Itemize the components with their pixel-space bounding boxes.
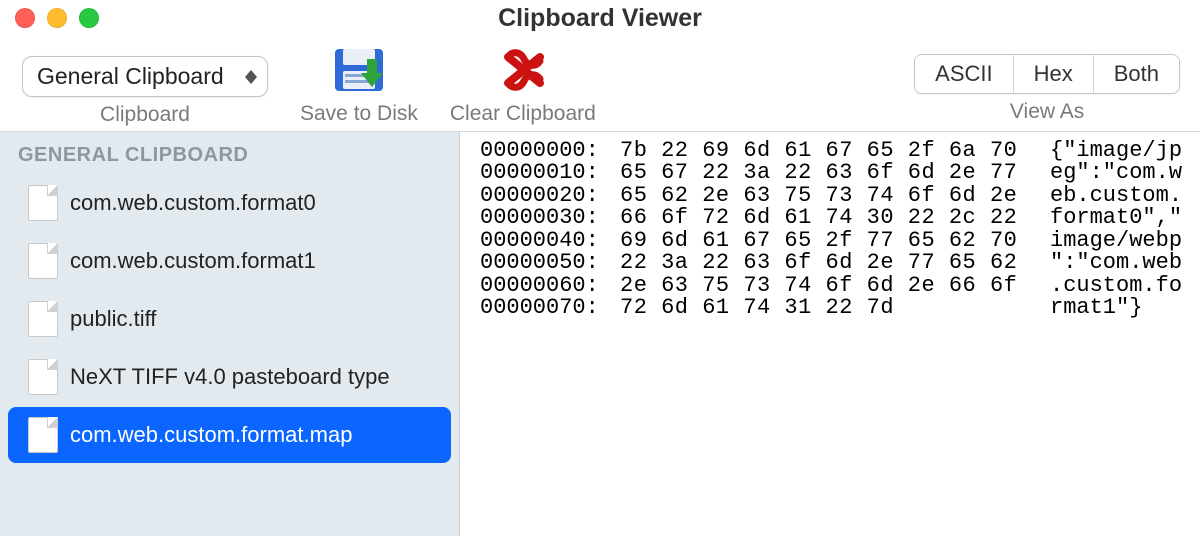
sidebar-list: com.web.custom.format0 com.web.custom.for…: [0, 175, 459, 463]
view-as-group: ASCII Hex Both View As: [914, 40, 1180, 124]
dropdown-chevrons-icon: [245, 70, 257, 84]
hex-row: 00000010:65 67 22 3a 22 63 6f 6d 2e 77eg…: [480, 162, 1200, 184]
hex-offset: 00000020:: [480, 185, 620, 207]
clipboard-dropdown-value: General Clipboard: [37, 63, 224, 89]
sidebar-item[interactable]: public.tiff: [8, 291, 451, 347]
sidebar-item[interactable]: com.web.custom.format1: [8, 233, 451, 289]
hex-offset: 00000070:: [480, 297, 620, 319]
hex-row: 00000040:69 6d 61 67 65 2f 77 65 62 70im…: [480, 230, 1200, 252]
document-icon: [28, 359, 58, 395]
document-icon: [28, 301, 58, 337]
hex-bytes: 72 6d 61 74 31 22 7d: [620, 297, 1050, 319]
clear-clipboard-button[interactable]: [502, 44, 544, 96]
save-to-disk-group: Save to Disk: [300, 40, 418, 126]
hex-offset: 00000030:: [480, 207, 620, 229]
save-to-disk-caption: Save to Disk: [300, 102, 418, 126]
hex-row: 00000070:72 6d 61 74 31 22 7drmat1"}: [480, 297, 1200, 319]
hex-bytes: 7b 22 69 6d 61 67 65 2f 6a 70: [620, 140, 1050, 162]
hex-bytes: 2e 63 75 73 74 6f 6d 2e 66 6f: [620, 275, 1050, 297]
hex-ascii: {"image/jp: [1050, 140, 1182, 162]
hex-offset: 00000000:: [480, 140, 620, 162]
hex-bytes: 65 67 22 3a 22 63 6f 6d 2e 77: [620, 162, 1050, 184]
document-icon: [28, 185, 58, 221]
hex-offset: 00000060:: [480, 275, 620, 297]
hex-ascii: eg":"com.w: [1050, 162, 1182, 184]
sidebar-item[interactable]: com.web.custom.format.map: [8, 407, 451, 463]
sidebar-item-label: NeXT TIFF v4.0 pasteboard type: [70, 364, 390, 390]
hex-row: 00000000:7b 22 69 6d 61 67 65 2f 6a 70{"…: [480, 140, 1200, 162]
hex-pane: 00000000:7b 22 69 6d 61 67 65 2f 6a 70{"…: [460, 132, 1200, 536]
hex-ascii: image/webp: [1050, 230, 1182, 252]
hex-ascii: ":"com.web: [1050, 252, 1182, 274]
hex-ascii: eb.custom.: [1050, 185, 1182, 207]
clear-clipboard-caption: Clear Clipboard: [450, 102, 596, 126]
clipboard-group: General Clipboard Clipboard: [22, 40, 268, 127]
window-title: Clipboard Viewer: [0, 4, 1200, 33]
hex-row: 00000050:22 3a 22 63 6f 6d 2e 77 65 62":…: [480, 252, 1200, 274]
document-icon: [28, 243, 58, 279]
clear-clipboard-group: Clear Clipboard: [450, 40, 596, 126]
save-to-disk-button[interactable]: [331, 44, 387, 96]
hex-row: 00000020:65 62 2e 63 75 73 74 6f 6d 2eeb…: [480, 185, 1200, 207]
content: GENERAL CLIPBOARD com.web.custom.format0…: [0, 132, 1200, 536]
view-as-both[interactable]: Both: [1094, 55, 1179, 93]
sidebar-item[interactable]: NeXT TIFF v4.0 pasteboard type: [8, 349, 451, 405]
hex-ascii: rmat1"}: [1050, 297, 1142, 319]
hex-bytes: 65 62 2e 63 75 73 74 6f 6d 2e: [620, 185, 1050, 207]
titlebar: Clipboard Viewer: [0, 0, 1200, 36]
sidebar-section-header: GENERAL CLIPBOARD: [0, 132, 459, 173]
view-as-segmented: ASCII Hex Both: [914, 54, 1180, 94]
view-as-caption: View As: [1010, 100, 1084, 124]
hex-ascii: .custom.fo: [1050, 275, 1182, 297]
sidebar-item[interactable]: com.web.custom.format0: [8, 175, 451, 231]
hex-row: 00000060:2e 63 75 73 74 6f 6d 2e 66 6f.c…: [480, 275, 1200, 297]
clipboard-caption: Clipboard: [100, 103, 190, 127]
sidebar-item-label: com.web.custom.format1: [70, 248, 316, 274]
sidebar-item-label: com.web.custom.format.map: [70, 422, 352, 448]
hex-ascii: format0",": [1050, 207, 1182, 229]
view-as-hex[interactable]: Hex: [1014, 55, 1094, 93]
document-icon: [28, 417, 58, 453]
hex-bytes: 22 3a 22 63 6f 6d 2e 77 65 62: [620, 252, 1050, 274]
sidebar-item-label: public.tiff: [70, 306, 156, 332]
toolbar: General Clipboard Clipboard Save to Dis: [0, 36, 1200, 132]
hex-row: 00000030:66 6f 72 6d 61 74 30 22 2c 22fo…: [480, 207, 1200, 229]
view-as-ascii[interactable]: ASCII: [915, 55, 1013, 93]
hex-bytes: 69 6d 61 67 65 2f 77 65 62 70: [620, 230, 1050, 252]
sidebar-item-label: com.web.custom.format0: [70, 190, 316, 216]
hex-offset: 00000010:: [480, 162, 620, 184]
sidebar: GENERAL CLIPBOARD com.web.custom.format0…: [0, 132, 460, 536]
hex-offset: 00000050:: [480, 252, 620, 274]
hex-offset: 00000040:: [480, 230, 620, 252]
hex-bytes: 66 6f 72 6d 61 74 30 22 2c 22: [620, 207, 1050, 229]
clipboard-dropdown[interactable]: General Clipboard: [22, 56, 268, 97]
